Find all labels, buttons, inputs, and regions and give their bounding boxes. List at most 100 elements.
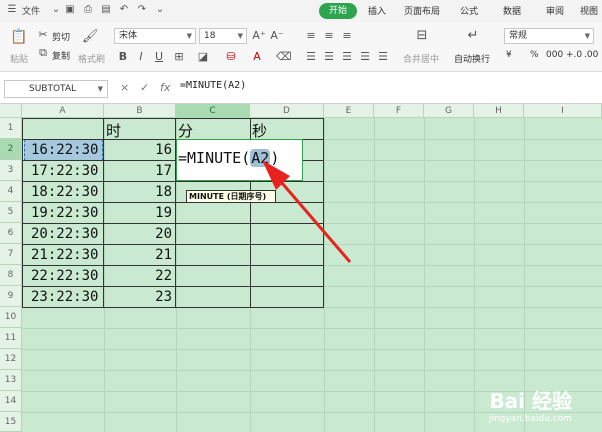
row-header-2[interactable]: 2 <box>0 139 22 160</box>
formula-input[interactable]: =MINUTE(A2) <box>180 80 246 91</box>
print-preview-icon[interactable]: ▤ <box>100 4 112 16</box>
cancel-icon[interactable]: × <box>120 81 129 94</box>
align-top-icon[interactable]: ≡ <box>304 29 318 43</box>
paste-icon[interactable]: 📋 <box>10 30 27 44</box>
clear-format-icon[interactable]: ⌫ <box>276 50 292 64</box>
cell-c2-formula[interactable]: =MINUTE(A2) <box>178 149 279 167</box>
row-header-15[interactable]: 15 <box>0 412 22 432</box>
align-right-icon[interactable]: ☰ <box>340 50 354 64</box>
cell-a3[interactable]: 17:22:30 <box>31 163 98 179</box>
align-middle-icon[interactable]: ≡ <box>322 29 336 43</box>
cell-a6[interactable]: 20:22:30 <box>31 226 98 242</box>
tab-data[interactable]: 数据 <box>503 4 521 17</box>
column-header-g[interactable]: G <box>424 104 474 118</box>
increase-decimal-button[interactable]: +.0 <box>566 50 582 60</box>
cell-a4[interactable]: 18:22:30 <box>31 184 98 200</box>
decrease-font-icon[interactable]: A⁻ <box>270 29 284 43</box>
cell-c1[interactable]: 分 <box>178 120 193 141</box>
dropdown-chevron-icon[interactable]: ⌄ <box>50 4 62 16</box>
currency-button[interactable]: ¥ <box>506 50 512 60</box>
cell-b2[interactable]: 16 <box>120 142 172 158</box>
row-header-10[interactable]: 10 <box>0 307 22 328</box>
cell-a2[interactable]: 16:22:30 <box>31 142 98 158</box>
cell-b8[interactable]: 22 <box>120 268 172 284</box>
font-color-icon[interactable]: A <box>250 50 264 64</box>
column-header-a[interactable]: A <box>22 104 104 118</box>
cell-d1[interactable]: 秒 <box>252 120 267 141</box>
tab-home[interactable]: 开始 <box>319 3 357 19</box>
decrease-decimal-button[interactable]: .00 <box>584 50 598 60</box>
thousands-button[interactable]: 000 <box>546 50 563 60</box>
row-header-8[interactable]: 8 <box>0 265 22 286</box>
cell-a9[interactable]: 23:22:30 <box>31 289 98 305</box>
underline-icon[interactable]: U <box>152 50 166 64</box>
cut-button[interactable]: 剪切 <box>52 30 70 43</box>
bold-icon[interactable]: B <box>116 50 130 64</box>
cell-b1[interactable]: 时 <box>106 120 121 141</box>
insert-function-icon[interactable]: fx <box>160 81 170 94</box>
fill-color-icon[interactable]: ◪ <box>196 50 210 64</box>
cell-a8[interactable]: 22:22:30 <box>31 268 98 284</box>
cell-b6[interactable]: 20 <box>120 226 172 242</box>
distribute-icon[interactable]: ☰ <box>376 50 390 64</box>
column-header-c[interactable]: C <box>176 104 250 118</box>
copy-button[interactable]: 复制 <box>52 49 70 62</box>
justify-icon[interactable]: ☰ <box>358 50 372 64</box>
row-header-7[interactable]: 7 <box>0 244 22 265</box>
tab-insert[interactable]: 插入 <box>368 4 386 17</box>
row-header-11[interactable]: 11 <box>0 328 22 349</box>
column-header-f[interactable]: F <box>374 104 424 118</box>
column-header-e[interactable]: E <box>324 104 374 118</box>
merge-center-icon[interactable]: ⊟ <box>415 29 429 43</box>
wrap-text-icon[interactable]: ↵ <box>466 29 480 43</box>
merge-center-button[interactable]: 合并居中 <box>403 52 439 65</box>
paste-button[interactable]: 粘贴 <box>10 52 28 65</box>
print-icon[interactable]: ⎙ <box>82 4 94 16</box>
cell-b5[interactable]: 19 <box>120 205 172 221</box>
row-header-1[interactable]: 1 <box>0 118 22 139</box>
row-header-9[interactable]: 9 <box>0 286 22 307</box>
column-header-b[interactable]: B <box>104 104 176 118</box>
row-header-6[interactable]: 6 <box>0 223 22 244</box>
row-header-14[interactable]: 14 <box>0 391 22 412</box>
select-all-corner[interactable] <box>0 104 22 118</box>
italic-icon[interactable]: I <box>134 50 148 64</box>
align-center-icon[interactable]: ☰ <box>322 50 336 64</box>
tab-page-layout[interactable]: 页面布局 <box>404 4 440 17</box>
align-left-icon[interactable]: ☰ <box>304 50 318 64</box>
cell-b3[interactable]: 17 <box>120 163 172 179</box>
tab-review[interactable]: 审阅 <box>546 4 564 17</box>
customize-chevron-icon[interactable]: ⌄ <box>154 4 166 16</box>
format-painter-icon[interactable]: 🖌 <box>82 30 99 44</box>
increase-font-icon[interactable]: A⁺ <box>252 29 266 43</box>
tab-formulas[interactable]: 公式 <box>460 4 478 17</box>
row-header-13[interactable]: 13 <box>0 370 22 391</box>
fill-bucket-icon[interactable]: ⛁ <box>224 50 238 64</box>
cell-b9[interactable]: 23 <box>120 289 172 305</box>
row-header-12[interactable]: 12 <box>0 349 22 370</box>
undo-icon[interactable]: ↶ <box>118 4 130 16</box>
align-bottom-icon[interactable]: ≡ <box>340 29 354 43</box>
number-format-select[interactable]: 常规 ▼ <box>504 28 594 44</box>
wrap-text-button[interactable]: 自动换行 <box>454 52 490 65</box>
file-menu[interactable]: 文件 <box>22 4 40 17</box>
name-box[interactable]: SUBTOTAL ▼ <box>4 80 108 98</box>
redo-icon[interactable]: ↷ <box>136 4 148 16</box>
cell-a5[interactable]: 19:22:30 <box>31 205 98 221</box>
tab-view[interactable]: 视图 <box>580 4 598 17</box>
menu-icon[interactable]: ☰ <box>6 4 18 16</box>
font-size-select[interactable]: 18 ▼ <box>199 28 247 44</box>
cut-icon[interactable]: ✂ <box>36 28 50 42</box>
percent-button[interactable]: % <box>530 50 539 60</box>
row-header-4[interactable]: 4 <box>0 181 22 202</box>
column-header-h[interactable]: H <box>474 104 524 118</box>
borders-icon[interactable]: ⊞ <box>172 50 186 64</box>
column-header-d[interactable]: D <box>250 104 324 118</box>
cell-b4[interactable]: 18 <box>120 184 172 200</box>
confirm-icon[interactable]: ✓ <box>140 81 149 94</box>
row-header-3[interactable]: 3 <box>0 160 22 181</box>
save-icon[interactable]: ▣ <box>64 4 76 16</box>
format-painter-button[interactable]: 格式刷 <box>78 52 105 65</box>
row-header-5[interactable]: 5 <box>0 202 22 223</box>
column-header-i[interactable]: I <box>524 104 602 118</box>
